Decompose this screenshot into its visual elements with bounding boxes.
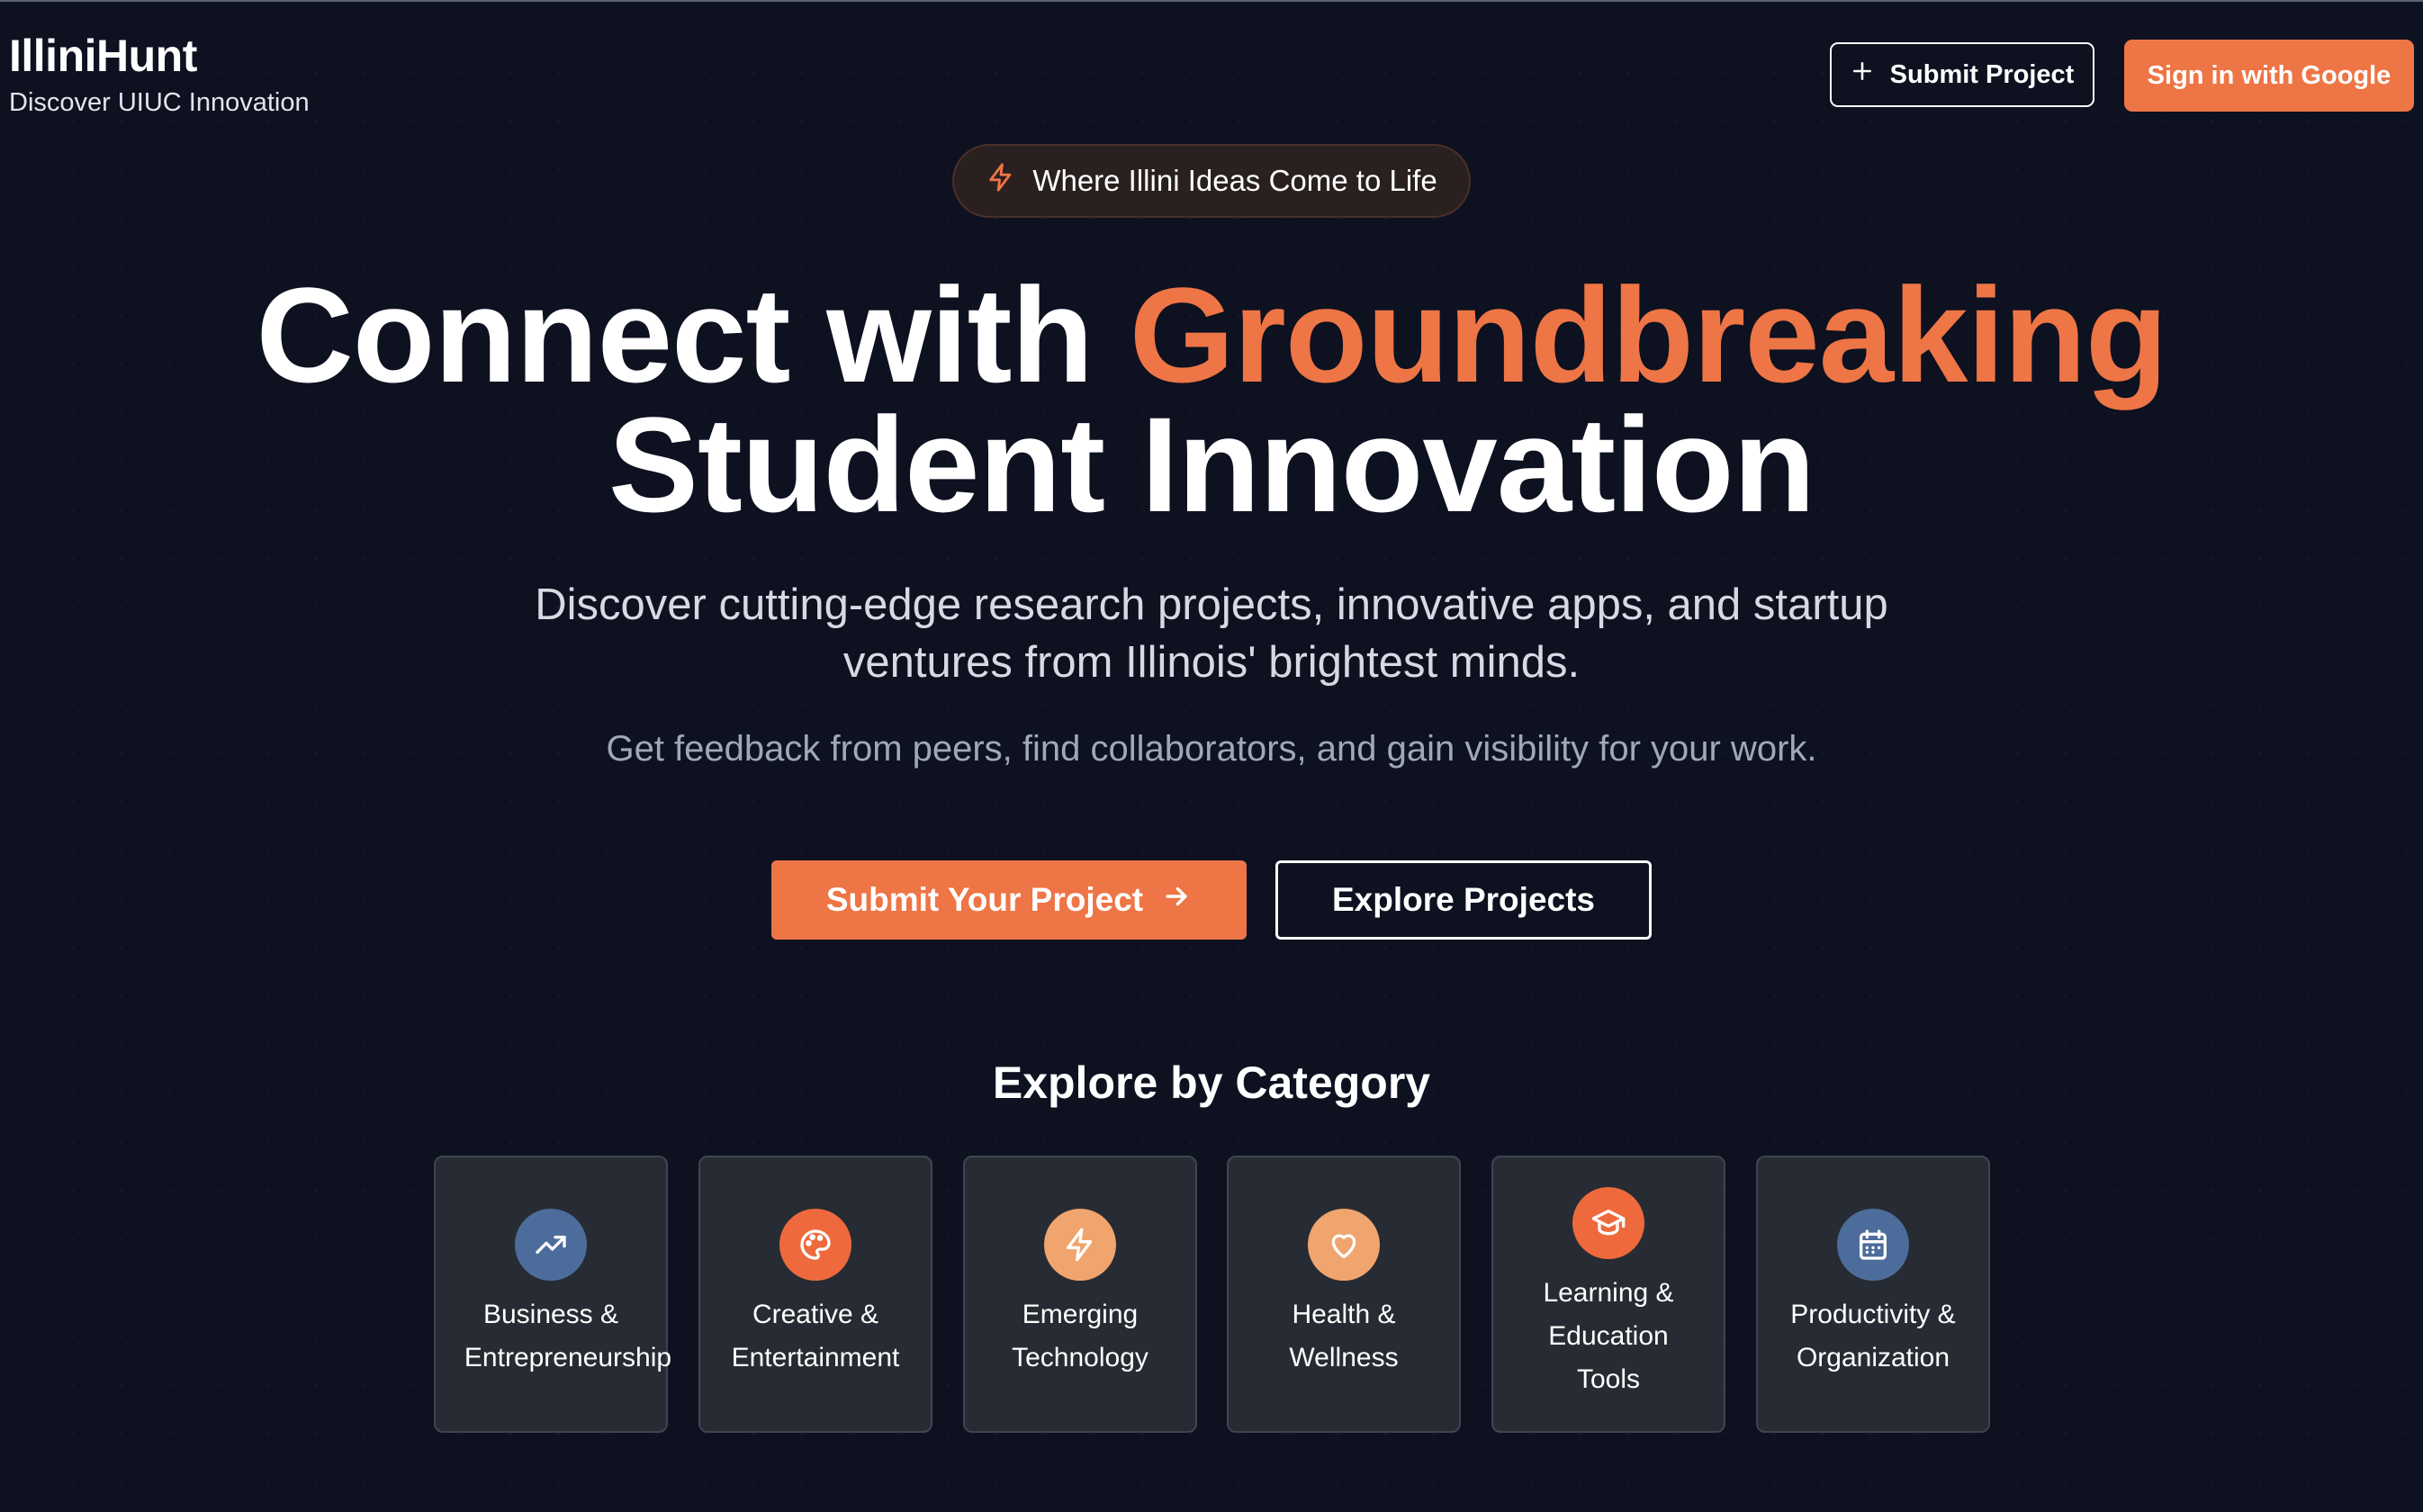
category-label: Creative & Entertainment: [732, 1293, 900, 1380]
category-label: Emerging Technology: [1012, 1293, 1148, 1380]
category-card-emerging-tech[interactable]: Emerging Technology: [963, 1156, 1197, 1433]
hero-title-prefix: Connect with: [256, 259, 1130, 410]
category-label: Business & Entrepreneurship: [430, 1293, 671, 1380]
submit-your-project-label: Submit Your Project: [825, 881, 1144, 918]
category-label-line: Tools: [1576, 1364, 1641, 1394]
arrow-right-icon: [1161, 881, 1192, 920]
category-label-line: Creative &: [752, 1300, 879, 1329]
calendar-icon: [1837, 1209, 1909, 1281]
category-label-line: Health &: [1292, 1300, 1396, 1329]
tagline-pill: Where Illini Ideas Come to Life: [952, 144, 1471, 218]
zap-icon: [1044, 1209, 1116, 1281]
explore-projects-button[interactable]: Explore Projects: [1275, 860, 1652, 940]
category-label-line: Education: [1548, 1321, 1669, 1351]
category-card-learning[interactable]: Learning & Education Tools: [1491, 1156, 1725, 1433]
category-label-line: Entertainment: [731, 1343, 900, 1372]
submit-project-label: Submit Project: [1889, 59, 2075, 89]
category-label-line: Entrepreneurship: [464, 1343, 672, 1372]
category-label: Productivity & Organization: [1790, 1293, 1955, 1380]
trending-up-icon: [515, 1209, 587, 1281]
category-label-line: Learning &: [1543, 1278, 1674, 1308]
submit-project-button[interactable]: Submit Project: [1830, 42, 2094, 107]
hero-sublead: Get feedback from peers, find collaborat…: [606, 729, 1817, 769]
category-label-line: Technology: [1012, 1343, 1148, 1372]
hero-title-accent: Groundbreaking: [1129, 259, 2168, 410]
explore-projects-label: Explore Projects: [1331, 881, 1595, 918]
plus-icon: [1851, 59, 1874, 90]
category-label-line: Organization: [1796, 1343, 1950, 1372]
category-label-line: Wellness: [1289, 1343, 1399, 1372]
category-card-productivity[interactable]: Productivity & Organization: [1756, 1156, 1990, 1433]
category-heading: Explore by Category: [992, 1058, 1431, 1108]
tagline-text: Where Illini Ideas Come to Life: [1032, 164, 1437, 197]
zap-icon: [986, 162, 1016, 200]
hero-title-line2: Student Innovation: [608, 389, 1815, 540]
hero-lead: Discover cutting-edge research projects,…: [446, 576, 1977, 691]
submit-your-project-button[interactable]: Submit Your Project: [771, 860, 1247, 940]
brand-title[interactable]: IlliniHunt: [9, 29, 310, 83]
hero-title: Connect with Groundbreaking Student Inno…: [0, 267, 2423, 540]
category-label-line: Productivity &: [1790, 1300, 1956, 1329]
palette-icon: [779, 1209, 851, 1281]
brand[interactable]: IlliniHunt Discover UIUC Innovation: [9, 29, 310, 118]
category-card-business[interactable]: Business & Entrepreneurship: [434, 1156, 671, 1433]
window-top-border: [0, 0, 2423, 2]
sign-in-label: Sign in with Google: [2147, 60, 2391, 90]
brand-subtitle: Discover UIUC Innovation: [9, 88, 310, 117]
category-label-line: Emerging: [1022, 1300, 1139, 1329]
graduation-cap-icon: [1572, 1187, 1644, 1259]
category-card-creative[interactable]: Creative & Entertainment: [698, 1156, 932, 1433]
category-card-health[interactable]: Health & Wellness: [1227, 1156, 1461, 1433]
category-label-line: Business &: [482, 1300, 619, 1329]
hero-lead-line1: Discover cutting-edge research projects,…: [535, 580, 1888, 629]
category-label: Health & Wellness: [1289, 1293, 1398, 1380]
heart-icon: [1308, 1209, 1380, 1281]
sign-in-google-button[interactable]: Sign in with Google: [2124, 40, 2414, 112]
hero-lead-line2: ventures from Illinois' brightest minds.: [842, 638, 1581, 687]
category-label: Learning & Education Tools: [1543, 1272, 1673, 1401]
